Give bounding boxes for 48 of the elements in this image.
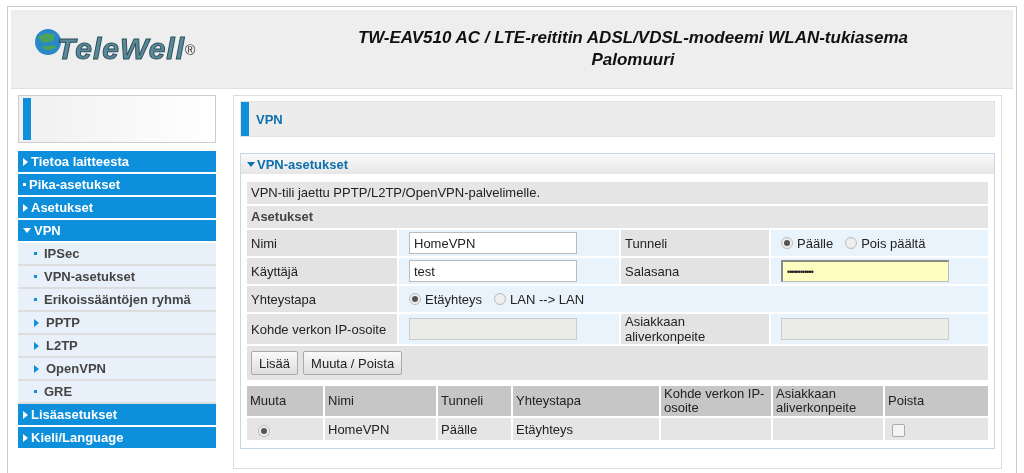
device-title: TW-EAV510 AC / LTE-reititin ADSL/VDSL-modeemi WLAN-tukiasema — [357, 27, 908, 49]
telewell-logo: TeleWell® — [33, 32, 223, 66]
submenu-item[interactable]: GRE — [18, 381, 216, 404]
table-cell: Etäyhteys — [513, 418, 659, 440]
page-category: Palomuuri — [591, 49, 675, 71]
column-header: Kohde verkon IP-osoite — [661, 386, 771, 416]
submenu-item[interactable]: PPTP — [18, 312, 216, 335]
table-cell: HomeVPN — [325, 418, 436, 440]
menu-item[interactable]: Kieli/Language — [18, 427, 216, 448]
menu-item[interactable]: Tietoa laitteesta — [18, 151, 216, 172]
connection-type-radio[interactable]: Etäyhteys — [409, 291, 483, 307]
column-header: Tunneli — [438, 386, 511, 416]
column-header: Asiakkaan aliverkonpeite — [773, 386, 883, 416]
menu-item[interactable]: VPN — [18, 220, 216, 241]
column-header: Muuta — [247, 386, 323, 416]
submenu-item[interactable]: VPN-asetukset — [18, 266, 216, 289]
submenu-item[interactable]: L2TP — [18, 335, 216, 358]
section-description: VPN-tili jaettu PPTP/L2TP/OpenVPN-palvelimelle. — [247, 182, 988, 204]
action-button[interactable]: Lisää — [251, 351, 299, 375]
field-label: Tunneli — [621, 230, 769, 256]
menu-item[interactable]: Asetukset — [18, 197, 216, 218]
delete-checkbox[interactable] — [892, 423, 905, 437]
column-header: Yhteystapa — [513, 386, 659, 416]
password-input[interactable]: •••••••••••• — [781, 260, 949, 282]
column-header: Poista — [885, 386, 988, 416]
field-label: Yhteystapa — [247, 286, 397, 312]
submenu-item[interactable]: Erikoissääntöjen ryhmä — [18, 289, 216, 312]
field-label: Asiakkaan aliverkonpeite — [621, 314, 769, 344]
submenu-item[interactable]: OpenVPN — [18, 358, 216, 381]
menu-item[interactable]: Lisäasetukset — [18, 404, 216, 425]
field-label: Salasana — [621, 258, 769, 284]
page-title: VPN — [240, 101, 995, 137]
menu-item[interactable]: Pika-asetukset — [18, 174, 216, 195]
field-label: Kohde verkon IP-osoite — [247, 314, 397, 344]
username-input[interactable]: test — [409, 260, 577, 282]
row-radio[interactable] — [258, 424, 270, 437]
subheading: Asetukset — [247, 206, 988, 228]
connection-type-radio[interactable]: LAN --> LAN — [494, 291, 585, 307]
submenu-item[interactable]: IPSec — [18, 243, 216, 266]
field-label: Nimi — [247, 230, 397, 256]
name-input[interactable]: HomeVPN — [409, 232, 577, 254]
field-label: Käyttäjä — [247, 258, 397, 284]
section-header[interactable]: VPN-asetukset — [241, 154, 994, 174]
tunnel-radio[interactable]: Pois päältä — [845, 235, 926, 251]
column-header: Nimi — [325, 386, 436, 416]
tunnel-radio[interactable]: Päälle — [781, 235, 834, 251]
table-cell: Päälle — [438, 418, 511, 440]
action-button[interactable]: Muuta / Poista — [303, 351, 403, 375]
